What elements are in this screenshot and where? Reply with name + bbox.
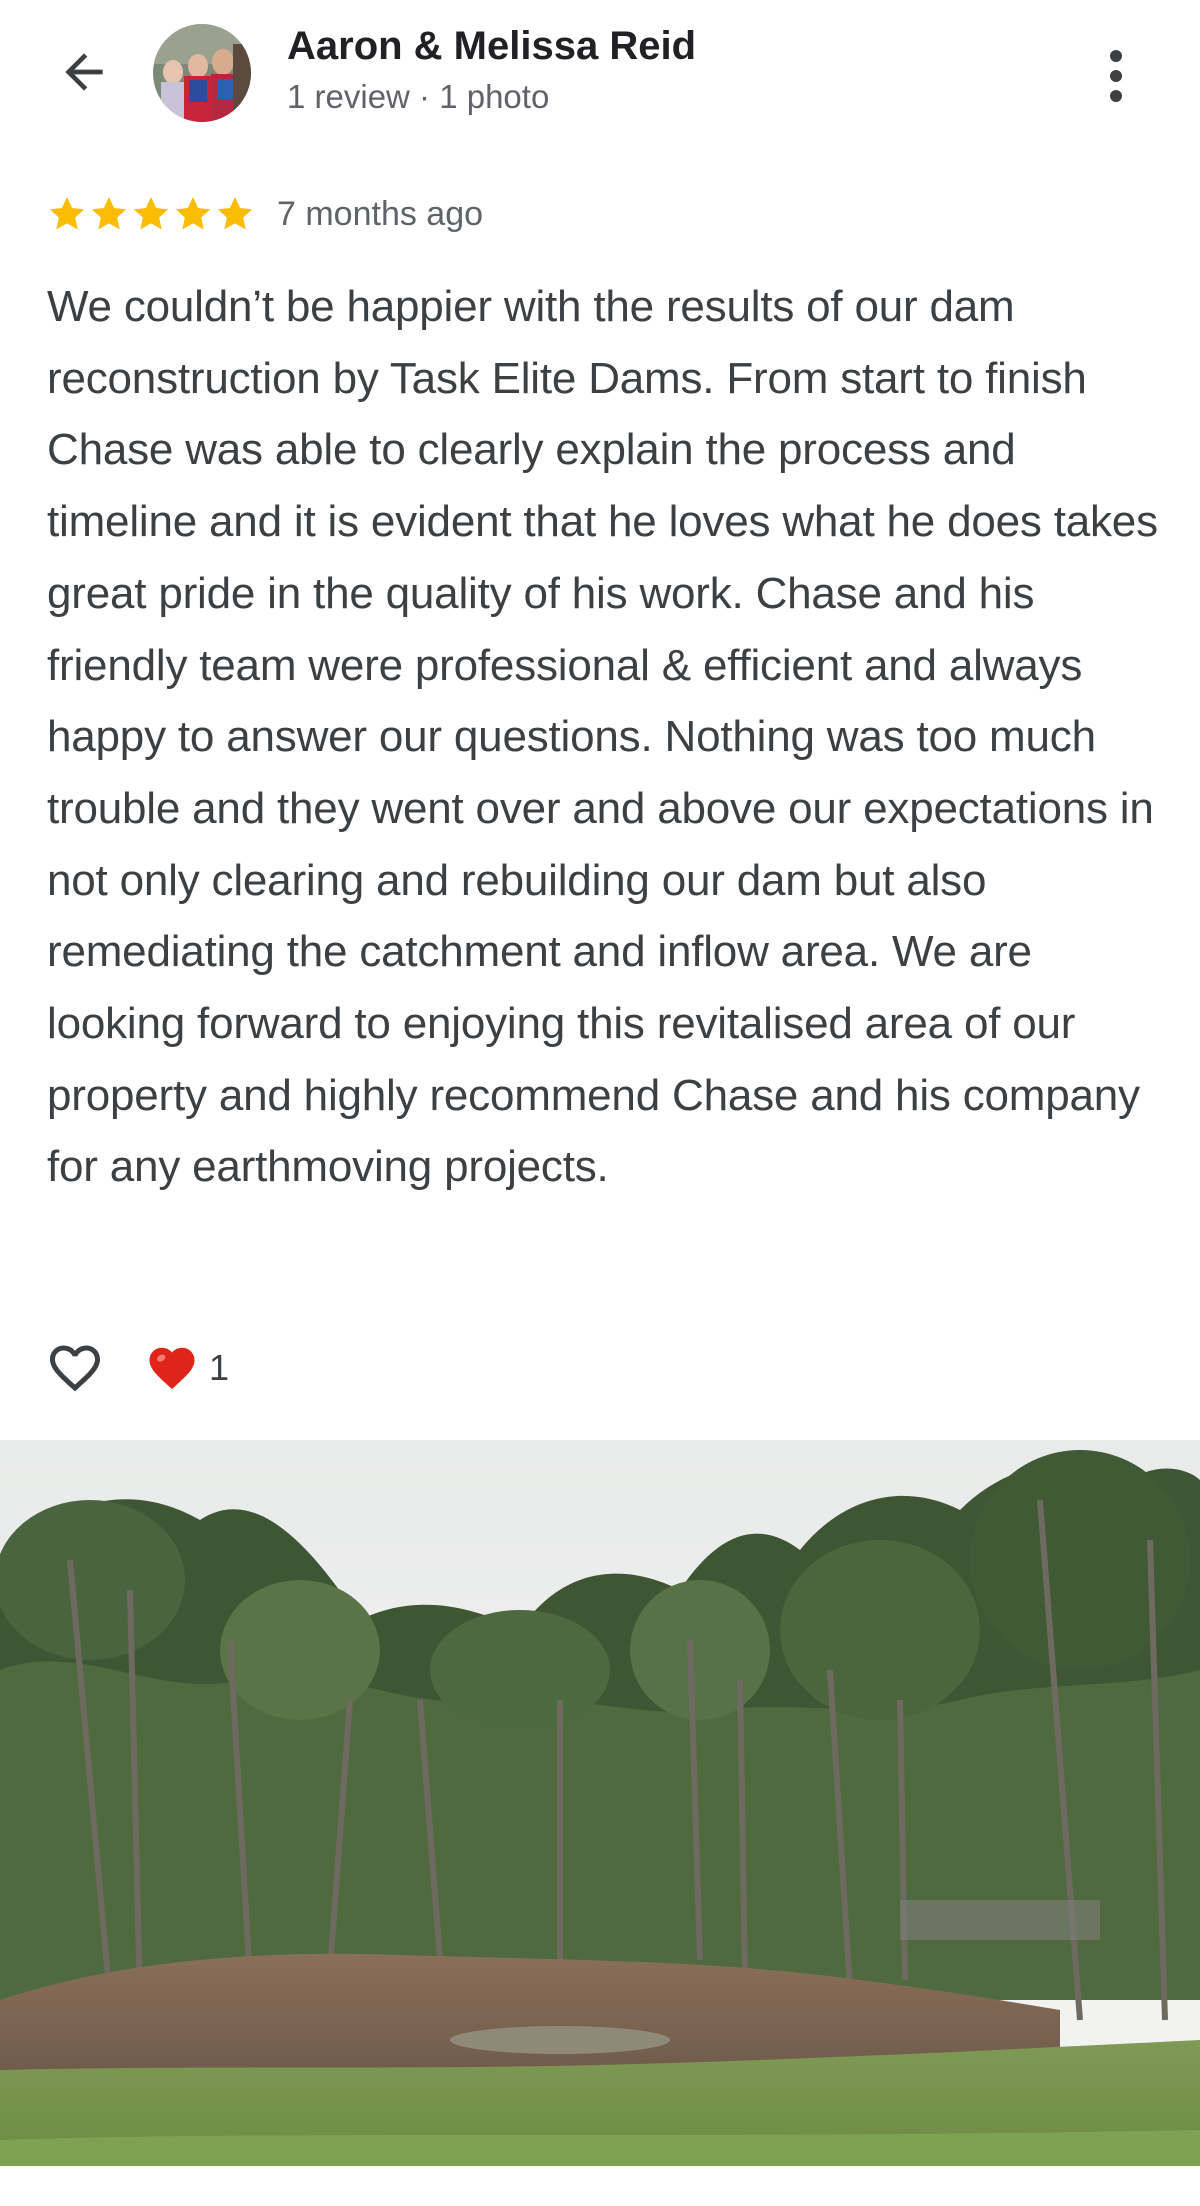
star-icon xyxy=(217,197,253,230)
rating-row: 7 months ago xyxy=(47,190,483,238)
avatar-image xyxy=(153,24,251,122)
star-icon xyxy=(91,197,127,230)
star-rating xyxy=(47,194,257,234)
like-button[interactable] xyxy=(43,1336,107,1400)
review-header: Aaron & Melissa Reid 1 review · 1 photo xyxy=(0,0,1200,150)
reactions-row: 1 xyxy=(47,1336,229,1400)
more-options-button[interactable] xyxy=(1090,40,1142,112)
star-icon xyxy=(175,197,211,230)
avatar[interactable] xyxy=(153,24,251,122)
reviewer-stats: 1 review · 1 photo xyxy=(287,78,550,115)
dam-landscape-photo xyxy=(0,1440,1200,2166)
heart-outline-icon xyxy=(50,1345,100,1392)
reviewer-name[interactable]: Aaron & Melissa Reid xyxy=(287,24,696,69)
review-text: We couldn’t be happier with the results … xyxy=(47,282,1158,1192)
review-date: 7 months ago xyxy=(277,194,484,233)
star-icon xyxy=(133,197,169,230)
more-vertical-icon xyxy=(1110,50,1122,102)
review-photo[interactable] xyxy=(0,1440,1200,2166)
heart-reaction[interactable]: 1 xyxy=(145,1341,229,1395)
reaction-count: 1 xyxy=(209,1347,230,1388)
arrow-left-icon xyxy=(65,53,103,91)
red-heart-icon xyxy=(149,1347,195,1390)
back-button[interactable] xyxy=(48,36,120,108)
star-icon xyxy=(49,197,85,230)
